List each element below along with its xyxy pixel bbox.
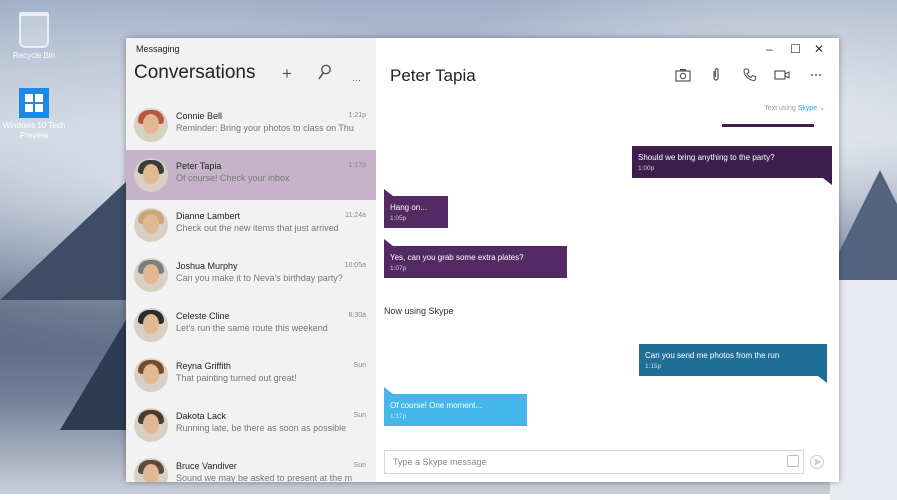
- conversation-preview: That painting turned out great!: [176, 373, 297, 383]
- texting-service-selector[interactable]: Text using Skype ⌄: [764, 104, 825, 112]
- message-bubble-incoming: Hang on... 1:05p: [384, 189, 448, 228]
- conversation-time: Sun: [353, 412, 366, 419]
- conversation-name: Dianne Lambert: [176, 211, 241, 221]
- desktop-icon-label: Windows 10 Tech Preview: [2, 121, 66, 140]
- system-note: Now using Skype: [384, 306, 454, 316]
- conversation-preview: Reminder: Bring your photos to class on …: [176, 123, 354, 133]
- recycle-bin-icon: [19, 12, 49, 48]
- search-button[interactable]: [316, 64, 334, 84]
- maximize-button[interactable]: ☐: [790, 42, 801, 56]
- emoji-button[interactable]: [787, 455, 799, 467]
- conversation-list: Connie Bell 1:21p Reminder: Bring your pho…: [126, 100, 376, 482]
- message-bubble-incoming: Of course! One moment... 1:17p: [384, 387, 527, 426]
- conversation-item[interactable]: Peter Tapia 1:17p Of course! Check your in…: [126, 150, 376, 200]
- conversation-time: 11:24a: [345, 212, 366, 219]
- conversation-time: Sun: [353, 362, 366, 369]
- message-time: 1:00p: [638, 165, 655, 172]
- conversation-time: 1:17p: [348, 162, 366, 169]
- message-time: 1:15p: [645, 363, 662, 370]
- conversation-time: 1:21p: [348, 112, 366, 119]
- snow-slope: [830, 280, 897, 500]
- messaging-window: Messaging Conversations + ··· Connie Bel…: [126, 38, 839, 482]
- minimize-button[interactable]: –: [766, 42, 773, 56]
- attach-button[interactable]: [708, 68, 724, 82]
- phone-icon: [743, 68, 757, 82]
- camera-button[interactable]: [675, 68, 691, 82]
- conversation-time: 8:30a: [348, 312, 366, 319]
- conversation-time: Sun: [353, 462, 366, 469]
- message-bubble-incoming: Yes, can you grab some extra plates? 1:0…: [384, 239, 567, 278]
- new-conversation-button[interactable]: +: [282, 64, 292, 84]
- conversations-pane: Messaging Conversations + ··· Connie Bel…: [126, 38, 376, 482]
- more-options-button[interactable]: ···: [352, 70, 361, 90]
- message-text: Hang on...: [390, 203, 427, 212]
- message-text: Yes, can you grab some extra plates?: [390, 253, 524, 262]
- avatar: [134, 258, 168, 292]
- conversation-preview: Of course! Check your inbox: [176, 173, 290, 183]
- conversation-name: Dakota Lack: [176, 411, 227, 421]
- conversation-preview: Let's run the same route this weekend: [176, 323, 328, 333]
- avatar: [134, 158, 168, 192]
- voice-call-button[interactable]: [742, 68, 758, 82]
- conversation-time: 10:05a: [344, 262, 366, 269]
- ellipsis-icon: [811, 74, 821, 76]
- texting-service-name: Skype: [797, 105, 818, 112]
- message-bubble-outgoing: Can you send me photos from the run 1:15…: [639, 344, 827, 383]
- avatar: [134, 308, 168, 342]
- send-button[interactable]: [810, 455, 824, 469]
- message-time: 1:07p: [390, 265, 407, 272]
- avatar: [134, 458, 168, 482]
- avatar: [134, 208, 168, 242]
- conversation-name: Joshua Murphy: [176, 261, 238, 271]
- conversation-preview: Can you make it to Neva's birthday party…: [176, 273, 343, 283]
- search-icon: [318, 64, 331, 80]
- conversation-name: Bruce Vandiver: [176, 461, 237, 471]
- chat-more-button[interactable]: [808, 68, 824, 82]
- conversation-name: Peter Tapia: [176, 161, 222, 171]
- message-bubble-outgoing: Should we bring anything to the party? 1…: [632, 146, 832, 185]
- close-button[interactable]: ✕: [814, 42, 824, 56]
- avatar: [134, 108, 168, 142]
- conversation-preview: Check out the new items that just arrive…: [176, 223, 339, 233]
- avatar: [134, 408, 168, 442]
- message-time: 1:17p: [390, 413, 407, 420]
- message-text: Of course! One moment...: [390, 401, 483, 410]
- chat-pane: – ☐ ✕ Peter Tapia Text using Skype ⌄ Sho…: [376, 38, 839, 482]
- message-text: Can you send me photos from the run: [645, 351, 780, 360]
- conversation-name: Reyna Griffith: [176, 361, 231, 371]
- tech-preview-desktop-icon[interactable]: Windows 10 Tech Preview: [2, 88, 66, 141]
- conversation-item[interactable]: Connie Bell 1:21p Reminder: Bring your pho…: [126, 100, 376, 150]
- message-time: 1:05p: [390, 215, 407, 222]
- conversation-item[interactable]: Reyna Griffith Sun That painting turned ou…: [126, 350, 376, 400]
- paperclip-icon: [713, 68, 719, 81]
- conversation-preview: Running late, be there as soon as possib…: [176, 423, 347, 433]
- message-bubble-partial: [722, 124, 814, 127]
- conversation-item[interactable]: Bruce Vandiver Sun Sound we may be asked t…: [126, 450, 376, 482]
- conversation-name: Connie Bell: [176, 111, 223, 121]
- message-text: Should we bring anything to the party?: [638, 153, 775, 162]
- message-composer: [384, 450, 804, 474]
- send-icon: [814, 458, 821, 466]
- conversation-item[interactable]: Dakota Lack Sun Running late, be there as …: [126, 400, 376, 450]
- windows-logo-icon: [19, 88, 49, 118]
- video-call-button[interactable]: [774, 68, 790, 82]
- video-camera-icon: [774, 70, 790, 80]
- avatar: [134, 358, 168, 392]
- camera-icon: [675, 69, 691, 82]
- conversation-item[interactable]: Celeste Cline 8:30a Let's run the same rou…: [126, 300, 376, 350]
- recycle-bin-desktop-icon[interactable]: Recycle Bin: [2, 12, 66, 61]
- chat-contact-name: Peter Tapia: [390, 66, 476, 85]
- message-input[interactable]: [391, 451, 775, 473]
- chevron-down-icon: ⌄: [819, 105, 825, 112]
- texting-prefix: Text using: [764, 105, 796, 112]
- conversation-preview: Sound we may be asked to present at the …: [176, 473, 353, 482]
- conversation-name: Celeste Cline: [176, 311, 230, 321]
- conversation-item[interactable]: Joshua Murphy 10:05a Can you make it to Ne…: [126, 250, 376, 300]
- desktop-icon-label: Recycle Bin: [12, 51, 56, 60]
- conversation-item[interactable]: Dianne Lambert 11:24a Check out the new it…: [126, 200, 376, 250]
- conversations-header: Conversations: [134, 62, 256, 83]
- app-title: Messaging: [136, 44, 180, 54]
